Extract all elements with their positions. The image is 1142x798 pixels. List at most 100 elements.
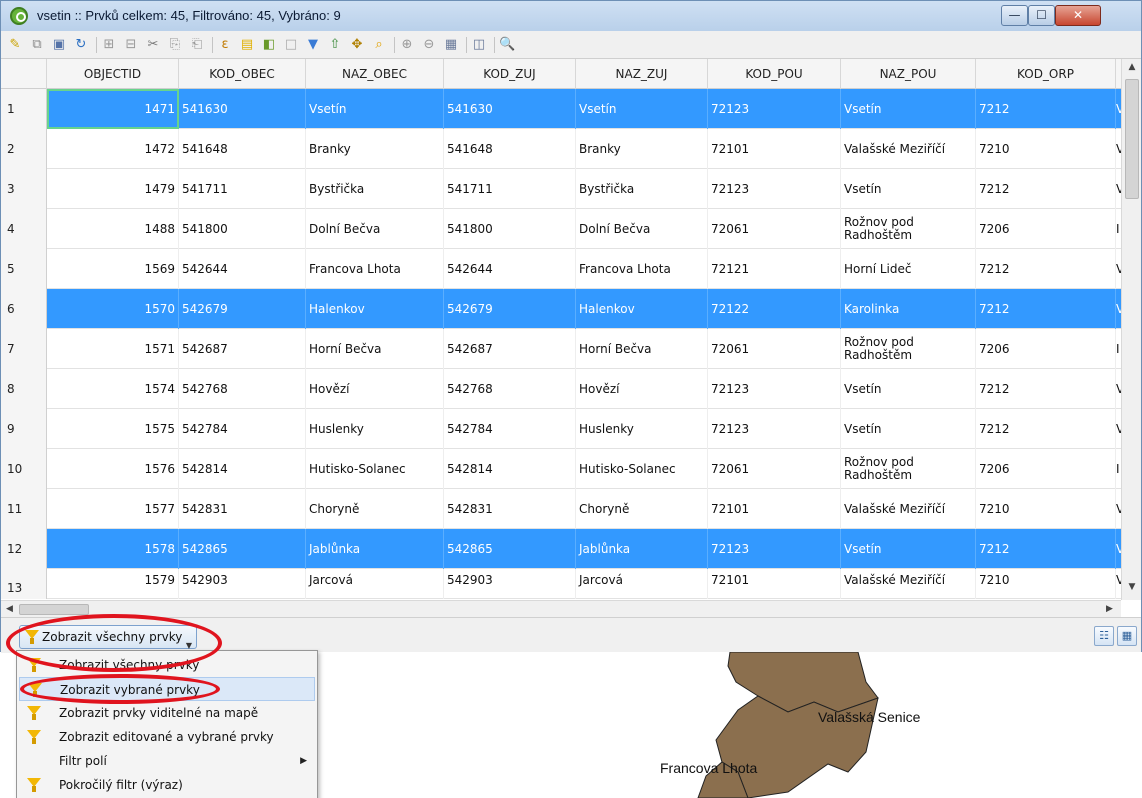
edit-pencil-icon[interactable]: ✎ [7,37,23,53]
table-cell-kod-orp[interactable]: 7212 [976,409,1116,449]
table-cell-kod-obec[interactable]: 541648 [179,129,306,169]
table-cell-naz-zuj[interactable]: Halenkov [576,289,708,329]
table-cell-kod-zuj[interactable]: 542687 [444,329,576,369]
column-header-naz-obec[interactable]: NAZ_OBEC [306,59,444,89]
row-number[interactable]: 4 [1,209,47,249]
table-cell-naz-pou[interactable]: Vsetín [841,89,976,129]
scroll-down-icon[interactable]: ▼ [1122,579,1141,596]
menu-item-6[interactable]: Pokročilý filtr (výraz) [19,773,315,797]
table-cell-naz-pou[interactable]: Vsetín [841,169,976,209]
table-cell-objectid[interactable]: 1471 [47,89,179,129]
table-cell-objectid[interactable]: 1578 [47,529,179,569]
deselect-icon[interactable]: □ [283,37,299,53]
scroll-right-icon[interactable]: ▶ [1101,601,1118,617]
table-cell-kod-orp[interactable]: 7210 [976,569,1116,599]
zoom-map-icon[interactable]: 🔍 [499,37,515,53]
table-cell-naz-zuj[interactable]: Branky [576,129,708,169]
menu-item-4[interactable]: Zobrazit editované a vybrané prvky [19,725,315,749]
table-cell-kod-pou[interactable]: 72101 [708,129,841,169]
table-cell-kod-zuj[interactable]: 542679 [444,289,576,329]
table-cell-kod-zuj[interactable]: 541711 [444,169,576,209]
filter-selection-icon[interactable]: ▼ [305,37,321,53]
table-cell-naz-obec[interactable]: Jablůnka [306,529,444,569]
menu-item-3[interactable]: Zobrazit prvky viditelné na mapě [19,701,315,725]
table-row[interactable]: 7 1571 542687 Horní Bečva 542687 Horní Bečva 7… [1,329,1121,369]
row-number[interactable]: 5 [1,249,47,289]
vertical-scrollbar[interactable]: ▲ ▼ [1121,59,1141,600]
table-row[interactable]: 10 1576 542814 Hutisko-Solanec 542814 Hutisko… [1,449,1121,489]
table-cell-kod-pou[interactable]: 72061 [708,329,841,369]
table-cell-naz-pou[interactable]: Vsetín [841,369,976,409]
row-number[interactable]: 8 [1,369,47,409]
cut-icon[interactable]: ✂ [145,37,161,53]
row-number[interactable]: 6 [1,289,47,329]
table-cell-kod-orp[interactable]: 7210 [976,129,1116,169]
minimize-button[interactable]: — [1001,5,1028,26]
reload-icon[interactable]: ↻ [73,37,89,53]
row-number[interactable]: 9 [1,409,47,449]
table-cell-kod-orp[interactable]: 7212 [976,169,1116,209]
table-cell-objectid[interactable]: 1472 [47,129,179,169]
select-all-icon[interactable]: ▤ [239,37,255,53]
table-cell-kod-obec[interactable]: 542903 [179,569,306,599]
table-cell-kod-zuj[interactable]: 541630 [444,89,576,129]
table-cell-naz-pou[interactable]: Karolinka [841,289,976,329]
table-cell-naz-obec[interactable]: Hovězí [306,369,444,409]
column-header-kod-orp[interactable]: KOD_ORP [976,59,1116,89]
row-number[interactable]: 3 [1,169,47,209]
table-cell-naz-obec[interactable]: Choryně [306,489,444,529]
table-cell-kod-zuj[interactable]: 541800 [444,209,576,249]
table-cell-objectid[interactable]: 1488 [47,209,179,249]
table-cell-kod-zuj[interactable]: 542644 [444,249,576,289]
save-icon[interactable]: ▣ [51,37,67,53]
table-cell-naz-pou[interactable]: Vsetín [841,529,976,569]
delete-feature-icon[interactable]: ⊟ [123,37,139,53]
table-cell-naz-zuj[interactable]: Hutisko-Solanec [576,449,708,489]
table-cell-kod-pou[interactable]: 72122 [708,289,841,329]
scroll-left-icon[interactable]: ◀ [1,601,18,617]
column-header-naz-pou[interactable]: NAZ_POU [841,59,976,89]
table-cell-objectid[interactable]: 1579 [47,569,179,599]
menu-item-2[interactable]: Zobrazit vybrané prvky [19,677,315,701]
table-cell-kod-zuj[interactable]: 542865 [444,529,576,569]
table-cell-kod-orp[interactable]: 7210 [976,489,1116,529]
table-cell-kod-orp[interactable]: 7212 [976,89,1116,129]
table-cell-kod-pou[interactable]: 72123 [708,409,841,449]
pan-to-selection-icon[interactable]: ✥ [349,37,365,53]
table-cell-naz-zuj[interactable]: Huslenky [576,409,708,449]
table-cell-objectid[interactable]: 1577 [47,489,179,529]
table-cell-naz-pou[interactable]: Valašské Meziříčí [841,129,976,169]
table-row[interactable]: 1 1471 541630 Vsetín 541630 Vsetín 72123 Vsetín… [1,89,1121,129]
table-cell-objectid[interactable]: 1574 [47,369,179,409]
table-cell-objectid[interactable]: 1570 [47,289,179,329]
table-cell-kod-pou[interactable]: 72061 [708,449,841,489]
table-cell-naz-obec[interactable]: Halenkov [306,289,444,329]
table-cell-naz-zuj[interactable]: Dolní Bečva [576,209,708,249]
table-cell-kod-zuj[interactable]: 542784 [444,409,576,449]
table-cell-kod-pou[interactable]: 72123 [708,169,841,209]
table-cell-kod-obec[interactable]: 541630 [179,89,306,129]
table-cell-naz-obec[interactable]: Bystřička [306,169,444,209]
title-bar[interactable]: vsetin :: Prvků celkem: 45, Filtrováno: … [1,1,1141,31]
table-cell-kod-obec[interactable]: 542644 [179,249,306,289]
table-cell-kod-orp[interactable]: 7206 [976,449,1116,489]
table-row[interactable]: 12 1578 542865 Jablůnka 542865 Jablůnka 72123 V… [1,529,1121,569]
map-canvas[interactable]: Valašská Senice Francova Lhota [318,652,1142,798]
column-header-kod-zuj[interactable]: KOD_ZUJ [444,59,576,89]
paste-icon[interactable]: ⎗ [189,37,205,53]
table-cell-kod-zuj[interactable]: 542903 [444,569,576,599]
column-header-naz-zuj[interactable]: NAZ_ZUJ [576,59,708,89]
table-cell-kod-pou[interactable]: 72061 [708,209,841,249]
table-row[interactable]: 2 1472 541648 Branky 541648 Branky 72101 Valašs… [1,129,1121,169]
table-cell-naz-pou[interactable]: Vsetín [841,409,976,449]
table-cell-kod-orp[interactable]: 7206 [976,329,1116,369]
show-features-filter-button[interactable]: Zobrazit všechny prvky ▼ [19,625,197,650]
table-cell-kod-obec[interactable]: 541711 [179,169,306,209]
table-cell-kod-orp[interactable]: 7212 [976,289,1116,329]
column-header-kod-obec[interactable]: KOD_OBEC [179,59,306,89]
table-row[interactable]: 9 1575 542784 Huslenky 542784 Huslenky 72123 Vs… [1,409,1121,449]
form-view-icon[interactable]: ☷ [1094,626,1114,646]
table-cell-kod-orp[interactable]: 7212 [976,369,1116,409]
table-cell-kod-obec[interactable]: 542814 [179,449,306,489]
row-number[interactable]: 7 [1,329,47,369]
